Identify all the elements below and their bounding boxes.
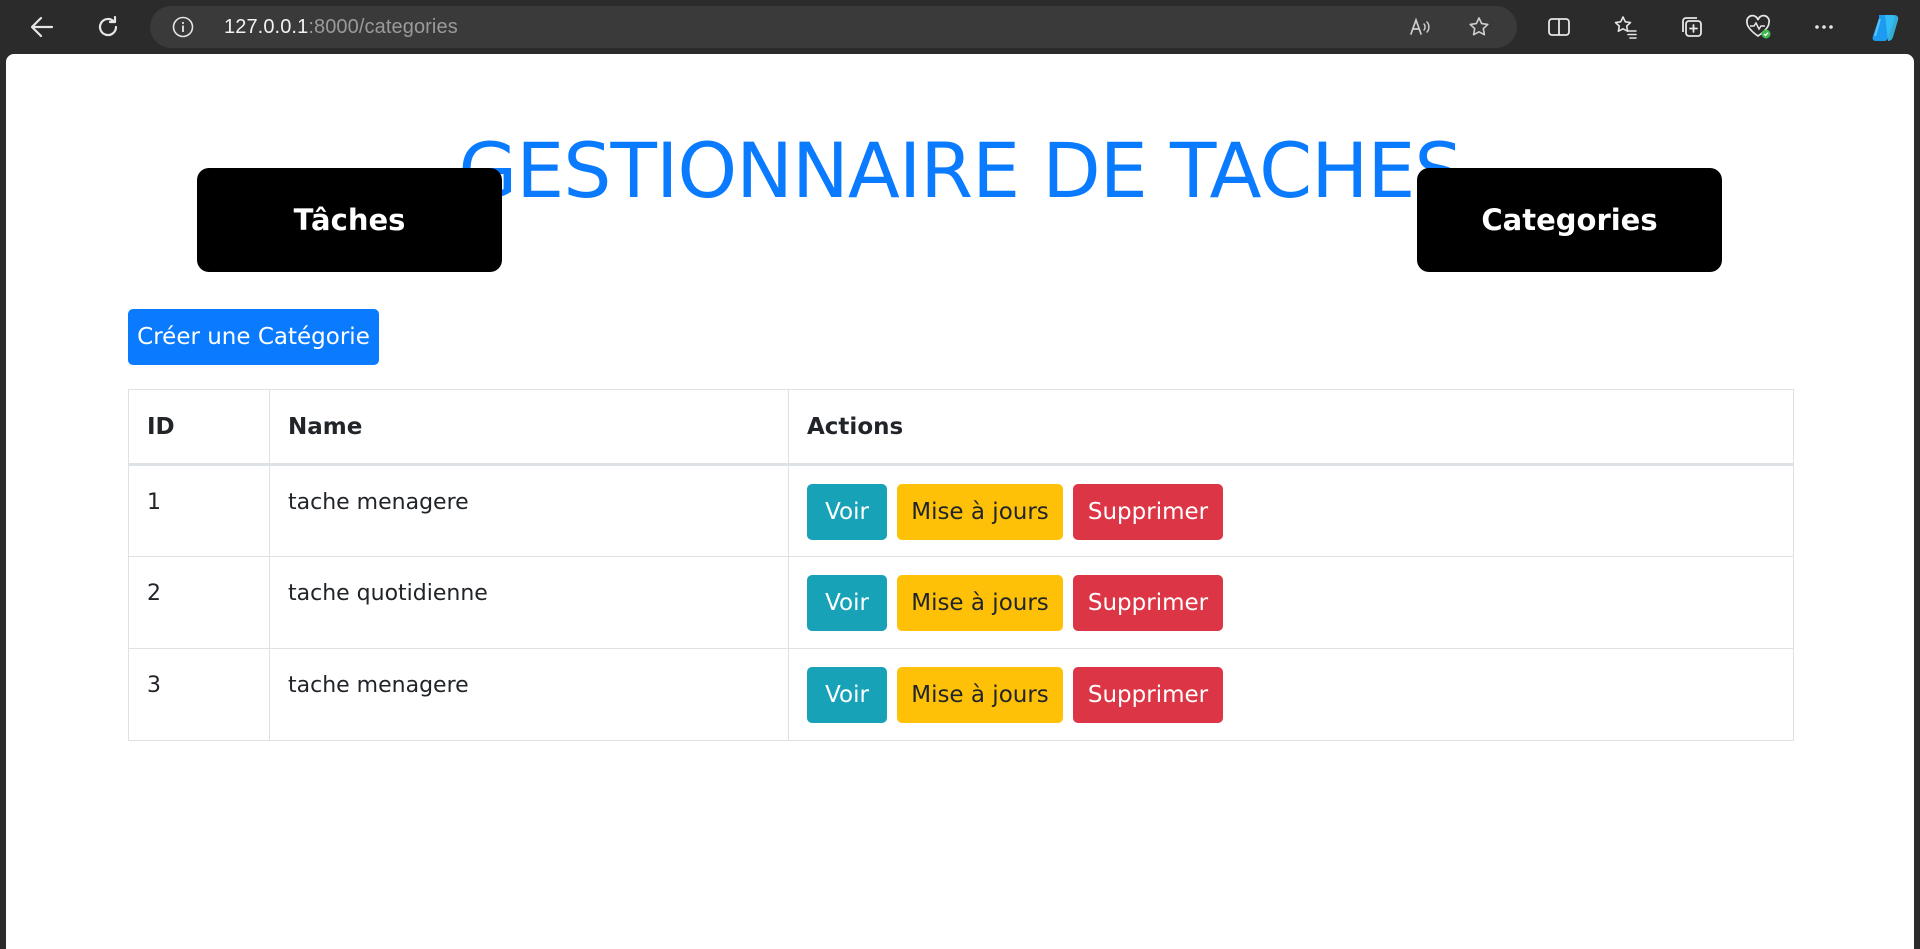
view-button[interactable]: Voir (807, 484, 887, 540)
create-category-button[interactable]: Créer une Catégorie (128, 309, 379, 365)
url-host: 127.0.0.1 (224, 16, 309, 38)
address-bar[interactable]: 127.0.0.1:8000/categories (150, 6, 1517, 48)
update-button[interactable]: Mise à jours (897, 667, 1063, 723)
categories-table: ID Name Actions 1 tache menagere Voir Mi… (128, 389, 1794, 741)
favorites-icon[interactable] (1607, 9, 1643, 45)
column-header-actions: Actions (788, 389, 1794, 466)
url-text[interactable]: 127.0.0.1:8000/categories (224, 6, 458, 48)
url-path: :8000/categories (308, 16, 458, 38)
column-header-name: Name (269, 389, 789, 466)
performance-icon[interactable] (1740, 9, 1776, 45)
copilot-icon[interactable] (1868, 9, 1904, 45)
cell-actions: Voir Mise à jours Supprimer (788, 648, 1794, 741)
browser-toolbar: 127.0.0.1:8000/categories (0, 0, 1920, 54)
favorite-star-icon[interactable] (1467, 15, 1491, 39)
update-button[interactable]: Mise à jours (897, 484, 1063, 540)
cell-id: 2 (128, 556, 270, 649)
nav-categories-button[interactable]: Categories (1417, 168, 1722, 272)
cell-name: tache menagere (269, 464, 789, 557)
read-aloud-icon[interactable] (1408, 15, 1432, 39)
delete-button[interactable]: Supprimer (1073, 667, 1223, 723)
nav-tasks-button[interactable]: Tâches (197, 168, 502, 272)
cell-actions: Voir Mise à jours Supprimer (788, 464, 1794, 557)
delete-button[interactable]: Supprimer (1073, 484, 1223, 540)
view-button[interactable]: Voir (807, 667, 887, 723)
cell-name: tache menagere (269, 648, 789, 741)
column-header-id: ID (128, 389, 270, 466)
collections-icon[interactable] (1674, 9, 1710, 45)
view-button[interactable]: Voir (807, 575, 887, 631)
cell-actions: Voir Mise à jours Supprimer (788, 556, 1794, 649)
split-screen-icon[interactable] (1541, 9, 1577, 45)
delete-button[interactable]: Supprimer (1073, 575, 1223, 631)
table-row: 1 tache menagere Voir Mise à jours Suppr… (128, 464, 1794, 557)
table-header-row: ID Name Actions (128, 389, 1794, 466)
cell-id: 1 (128, 464, 270, 557)
table-row: 3 tache menagere Voir Mise à jours Suppr… (128, 648, 1794, 741)
info-icon[interactable] (172, 16, 194, 38)
back-icon[interactable] (24, 9, 60, 45)
update-button[interactable]: Mise à jours (897, 575, 1063, 631)
more-icon[interactable] (1806, 9, 1842, 45)
table-row: 2 tache quotidienne Voir Mise à jours Su… (128, 556, 1794, 649)
cell-id: 3 (128, 648, 270, 741)
refresh-icon[interactable] (90, 9, 126, 45)
cell-name: tache quotidienne (269, 556, 789, 649)
page-viewport: GESTIONNAIRE DE TACHES Tâches Categories… (6, 54, 1914, 949)
